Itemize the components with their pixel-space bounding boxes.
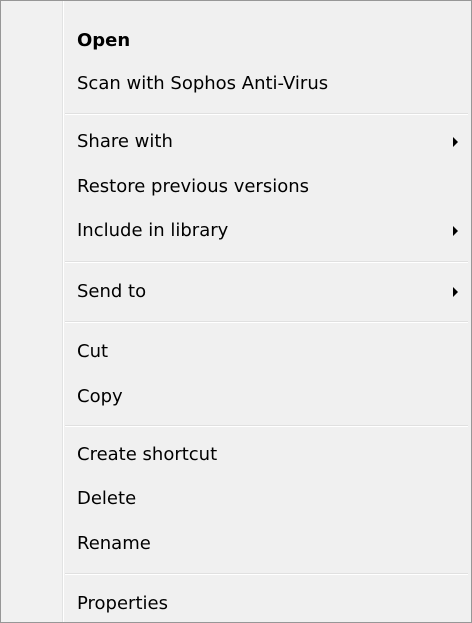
menu-item-label: Open [77, 30, 131, 51]
menu-item-label: Delete [77, 488, 137, 509]
menu-item-cut[interactable]: Cut [65, 333, 468, 371]
menu-item-open[interactable]: Open [65, 22, 468, 60]
menu-item-label: Restore previous versions [77, 176, 310, 197]
menu-item-label: Properties [77, 593, 168, 614]
submenu-arrow-icon [453, 287, 458, 297]
menu-item-label: Cut [77, 341, 109, 362]
menu-item-label: Rename [77, 533, 151, 554]
menu-separator [65, 261, 468, 263]
menu-item-label: Send to [77, 281, 147, 302]
menu-item-create-shortcut[interactable]: Create shortcut [65, 436, 468, 474]
menu-item-scan-with-sophos[interactable]: Scan with Sophos Anti-Virus [65, 65, 468, 103]
gutter-divider-highlight [63, 1, 64, 622]
submenu-arrow-icon [453, 226, 458, 236]
submenu-arrow-icon [453, 137, 458, 147]
menu-separator [65, 573, 468, 575]
menu-item-label: Include in library [77, 220, 229, 241]
menu-separator [65, 321, 468, 323]
menu-item-send-to[interactable]: Send to [65, 273, 468, 311]
menu-item-include-in-library[interactable]: Include in library [65, 212, 468, 250]
menu-separator [65, 425, 468, 427]
menu-item-label: Create shortcut [77, 444, 218, 465]
menu-item-delete[interactable]: Delete [65, 480, 468, 518]
icon-gutter [1, 1, 62, 622]
menu-item-label: Copy [77, 386, 123, 407]
menu-separator [65, 113, 468, 115]
context-menu: Open Scan with Sophos Anti-Virus Share w… [0, 0, 472, 623]
menu-item-properties[interactable]: Properties [65, 585, 468, 623]
menu-item-share-with[interactable]: Share with [65, 123, 468, 161]
menu-item-label: Scan with Sophos Anti-Virus [77, 73, 329, 94]
menu-item-copy[interactable]: Copy [65, 378, 468, 416]
menu-item-label: Share with [77, 131, 173, 152]
menu-item-restore-previous-versions[interactable]: Restore previous versions [65, 168, 468, 206]
menu-item-rename[interactable]: Rename [65, 525, 468, 563]
